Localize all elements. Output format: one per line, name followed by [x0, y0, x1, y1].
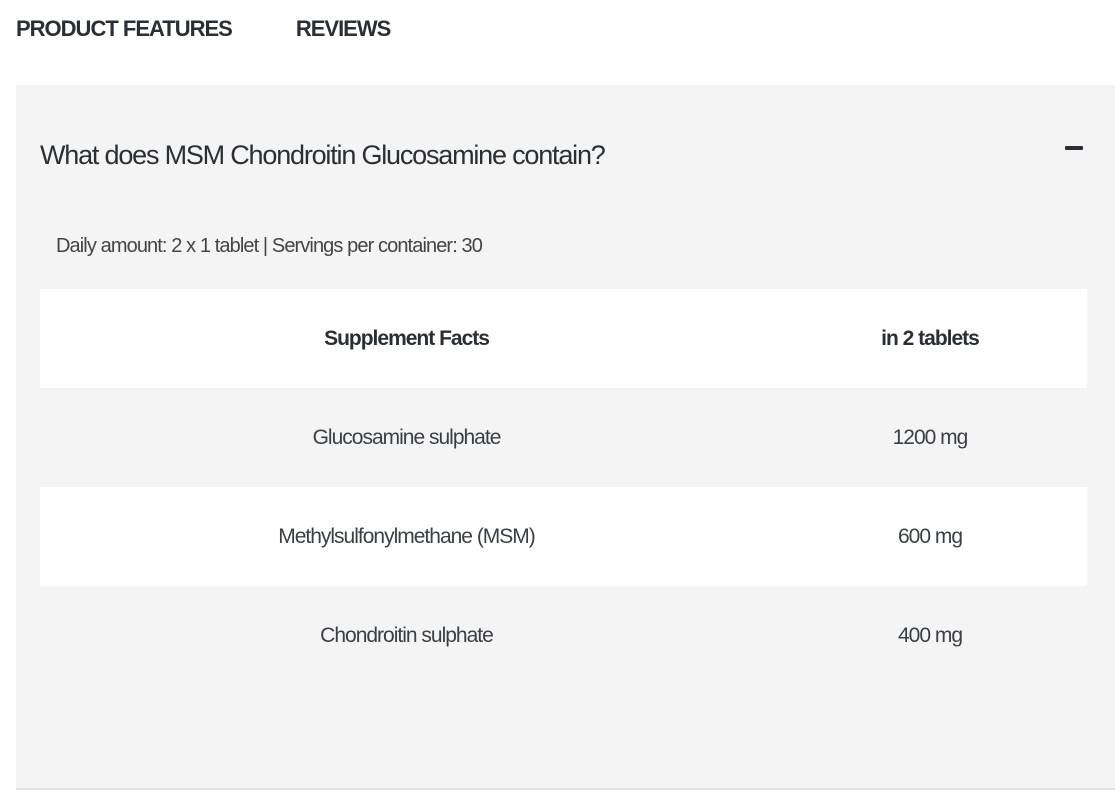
column-header-amount: in 2 tablets: [881, 326, 980, 350]
table-row: Methylsulfonylmethane (MSM) 600 mg: [40, 487, 1087, 586]
tab-reviews[interactable]: REVIEWS: [296, 16, 391, 42]
accordion-header[interactable]: What does MSM Chondroitin Glucosamine co…: [40, 133, 1090, 177]
ingredient-name: Glucosamine sulphate: [312, 425, 502, 449]
ingredient-amount: 400 mg: [897, 623, 963, 647]
ingredient-name: Chondroitin sulphate: [320, 623, 494, 647]
accordion-title: What does MSM Chondroitin Glucosamine co…: [40, 139, 606, 170]
table-header-row: Supplement Facts in 2 tablets: [40, 289, 1087, 388]
daily-amount-text: Daily amount: 2 x 1 tablet | Servings pe…: [56, 235, 483, 257]
ingredient-amount: 600 mg: [897, 524, 963, 548]
ingredients-panel: What does MSM Chondroitin Glucosamine co…: [16, 85, 1115, 790]
table-row: Chondroitin sulphate 400 mg: [40, 586, 1087, 685]
table-row: Glucosamine sulphate 1200 mg: [40, 388, 1087, 487]
minus-icon[interactable]: [1065, 146, 1083, 150]
product-tabs: PRODUCT FEATURES REVIEWS: [16, 12, 391, 46]
column-header-supplement-facts: Supplement Facts: [324, 326, 490, 350]
ingredient-amount: 1200 mg: [892, 425, 969, 449]
supplement-facts-table: Supplement Facts in 2 tablets Glucosamin…: [40, 289, 1087, 685]
ingredient-name: Methylsulfonylmethane (MSM): [278, 524, 536, 548]
tab-product-features[interactable]: PRODUCT FEATURES: [16, 16, 233, 42]
